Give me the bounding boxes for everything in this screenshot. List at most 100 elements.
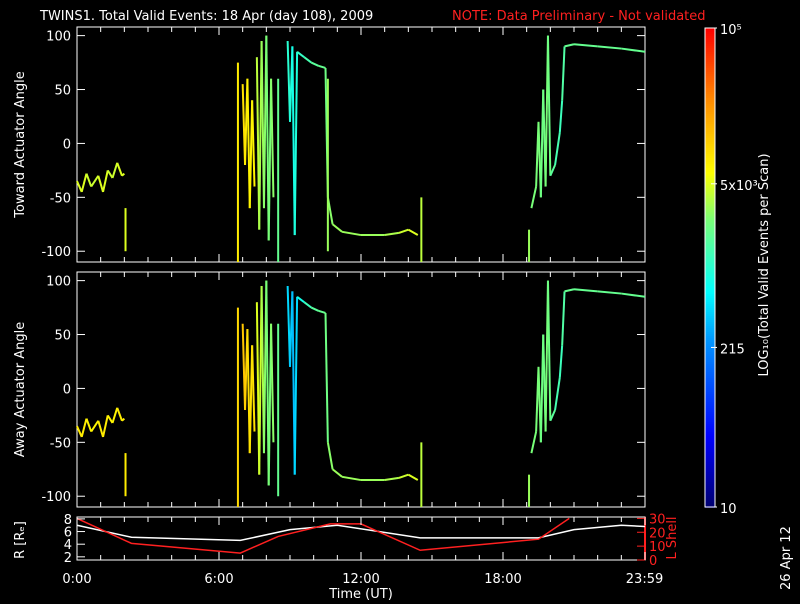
colorbar-cell xyxy=(705,260,715,262)
away-trace-segment xyxy=(597,290,622,295)
colorbar-cell xyxy=(705,292,715,294)
colorbar-cell xyxy=(705,412,715,414)
colorbar-cell xyxy=(705,176,715,178)
away-trace-segment xyxy=(621,292,646,298)
colorbar-cell xyxy=(705,222,715,224)
colorbar-cell xyxy=(705,106,715,108)
colorbar-cell xyxy=(705,192,715,194)
colorbar-cell xyxy=(705,230,715,232)
colorbar-cell xyxy=(705,500,715,502)
colorbar-cell xyxy=(705,48,715,50)
colorbar-cell xyxy=(705,302,715,304)
colorbar-cell xyxy=(705,342,715,344)
toward-trace-segment xyxy=(561,46,566,101)
colorbar-cell xyxy=(705,198,715,200)
panel-frame-toward xyxy=(76,26,646,263)
away-trace-segment xyxy=(318,309,326,314)
toward-trace-segment xyxy=(564,43,575,48)
colorbar-cell xyxy=(705,388,715,390)
y-tick-label: 2 xyxy=(64,551,72,566)
colorbar-cell xyxy=(705,78,715,80)
colorbar-cell xyxy=(705,134,715,136)
colorbar-cell xyxy=(705,46,715,48)
colorbar-cell xyxy=(705,246,715,248)
y-tick-label: 50 xyxy=(54,84,71,99)
away-trace-segment xyxy=(561,291,566,346)
colorbar-cell xyxy=(705,438,715,440)
away-trace-segment xyxy=(564,288,575,293)
colorbar-cell xyxy=(705,206,715,208)
colorbar-cell xyxy=(705,418,715,420)
toward-trace-segment xyxy=(398,228,409,234)
colorbar-cell xyxy=(705,274,715,276)
away-trace-segment xyxy=(85,418,93,432)
colorbar-cell xyxy=(705,322,715,324)
colorbar-cell xyxy=(705,490,715,492)
colorbar-cell xyxy=(705,282,715,284)
colorbar-cell xyxy=(705,94,715,96)
colorbar-cell xyxy=(705,402,715,404)
colorbar-cell xyxy=(705,326,715,328)
colorbar-cell xyxy=(705,488,715,490)
colorbar-tick-label: 10⁵ xyxy=(720,23,742,38)
colorbar-cell xyxy=(705,92,715,94)
colorbar-cell xyxy=(705,64,715,66)
away-trace-segment xyxy=(90,420,100,433)
toward-trace-segment xyxy=(97,175,104,193)
colorbar-cell xyxy=(705,214,715,216)
toward-trace-segment xyxy=(90,175,100,188)
colorbar-cell xyxy=(705,318,715,320)
away-trace-segment xyxy=(116,407,123,422)
colorbar-cell xyxy=(705,66,715,68)
away-trace-segment xyxy=(293,296,299,475)
away-trace-segment xyxy=(270,323,275,443)
toward-trace-segment xyxy=(546,35,552,176)
colorbar-cell xyxy=(705,424,715,426)
colorbar-cell xyxy=(705,68,715,70)
away-trace-segment xyxy=(554,377,561,411)
colorbar-cell xyxy=(705,422,715,424)
colorbar-cell xyxy=(705,72,715,74)
colorbar-cell xyxy=(705,446,715,448)
colorbar-cell xyxy=(705,160,715,162)
colorbar-cell xyxy=(705,436,715,438)
colorbar-cell xyxy=(705,330,715,332)
y-tick-label: -50 xyxy=(50,191,71,206)
colorbar-cell xyxy=(705,138,715,140)
colorbar-cell xyxy=(705,140,715,142)
away-trace-segment xyxy=(76,425,83,438)
colorbar-cell xyxy=(705,324,715,326)
colorbar-label: LOG₁₀(Total Valid Events per Scan) xyxy=(757,153,772,376)
colorbar-cell xyxy=(705,284,715,286)
colorbar-cell xyxy=(705,420,715,422)
colorbar-cell xyxy=(705,70,715,72)
away-trace-segment xyxy=(341,475,362,482)
colorbar-cell xyxy=(705,380,715,382)
colorbar-cell xyxy=(705,494,715,496)
colorbar-tick-label: 5x10³ xyxy=(720,179,758,194)
colorbar-cell xyxy=(705,454,715,456)
toward-trace-segment xyxy=(111,162,119,179)
colorbar-cell xyxy=(705,362,715,364)
y-axis-label: Away Actuator Angle xyxy=(13,322,28,457)
preliminary-note: NOTE: Data Preliminary - Not validated xyxy=(452,9,706,24)
colorbar-cell xyxy=(705,468,715,470)
colorbar-cell xyxy=(705,96,715,98)
colorbar-cell xyxy=(705,150,715,152)
colorbar-cell xyxy=(705,220,715,222)
colorbar-cell xyxy=(705,474,715,476)
colorbar-cell xyxy=(705,486,715,488)
date-stamp: 26 Apr 12 xyxy=(779,526,794,590)
colorbar-cell xyxy=(705,56,715,58)
y-tick-label: -100 xyxy=(41,245,71,260)
colorbar-cell xyxy=(705,226,715,228)
colorbar-cell xyxy=(705,248,715,250)
colorbar-cell xyxy=(705,146,715,148)
colorbar-cell xyxy=(705,414,715,416)
colorbar-cell xyxy=(705,264,715,266)
colorbar-cell xyxy=(705,158,715,160)
colorbar-cell xyxy=(705,204,715,206)
colorbar-cell xyxy=(705,50,715,52)
colorbar-cell xyxy=(705,290,715,292)
colorbar-cell xyxy=(705,110,715,112)
